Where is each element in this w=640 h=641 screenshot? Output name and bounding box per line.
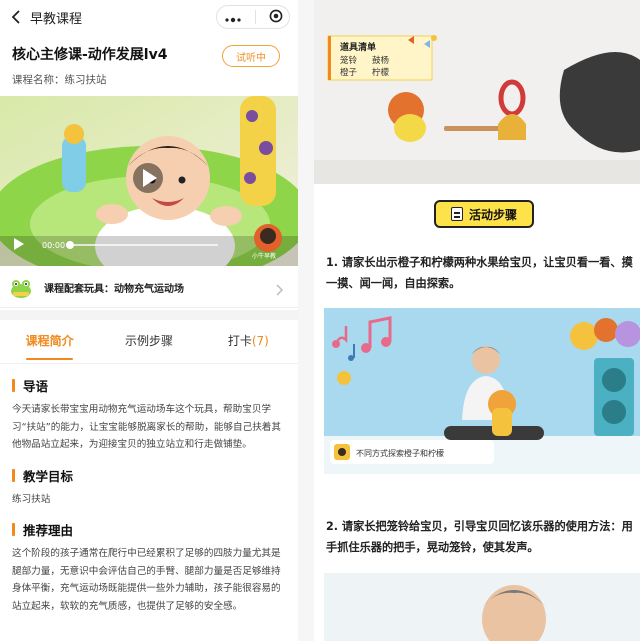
nav-bar: 早教课程 [0,0,298,34]
intro-content: 导语 今天请家长带宝宝用动物充气运动场车这个玩具，帮助宝贝学习“扶站”的能力，让… [0,372,298,615]
reason-heading: 推荐理由 [12,520,286,539]
close-target-icon[interactable] [269,8,283,27]
tab-course-intro[interactable]: 课程简介 [0,320,99,364]
tab-label: 示例步骤 [124,333,173,348]
intro-body: 今天请家长带宝宝用动物充气运动场车这个玩具，帮助宝贝学习“扶站”的能力，让宝宝能… [12,404,281,450]
props-item-2: 鼓杨 [372,55,390,66]
activity-panel: 道具清单 笼铃 鼓杨 橙子 柠檬 活动步骤 1. 请家长出示橙子和柠檬两种水果给… [314,0,640,641]
activity-steps-label: 活动步骤 [468,207,517,222]
course-subtitle: 课程名称：练习扶站 [12,74,107,86]
props-item-3: 橙子 [340,67,358,78]
illustration-caption: 不同方式探索橙子和柠檬 [356,448,444,458]
trial-button[interactable]: 试听中 [222,45,280,67]
check-in-count: (7) [251,333,269,348]
video-time: 00:00 [42,241,65,250]
mini-program-capsule [216,5,290,29]
toy-row[interactable]: 课程配套玩具：动物充气运动场 [0,268,298,308]
props-title: 道具清单 [340,41,376,53]
tab-example-steps[interactable]: 示例步骤 [99,320,198,364]
step-1-text: 1. 请家长出示橙子和柠檬两种水果给宝贝，让宝贝看一看、摸一摸、闻一闻，自由探索… [326,256,633,290]
section-marker [12,468,15,482]
toy-name: 动物充气运动场 [114,284,184,295]
tab-bar: 课程简介 示例步骤 打卡(7) [0,320,298,364]
props-item-4: 柠檬 [372,67,390,78]
props-item-1: 笼铃 [340,55,358,66]
course-header: 核心主修课-动作发展lv4 课程名称：练习扶站 试听中 [0,34,298,96]
intro-heading: 导语 [12,376,286,395]
props-photo: 道具清单 笼铃 鼓杨 橙子 柠檬 [314,0,640,184]
goal-body: 练习扶站 [12,493,51,505]
goal-heading-text: 教学目标 [23,468,74,484]
goal-heading: 教学目标 [12,466,286,485]
reason-body: 这个阶段的孩子通常在爬行中已经累积了足够的四肢力量尤其是腿部力量，无意识中会评估… [12,548,281,612]
frog-toy-icon [10,277,32,299]
nav-title: 早教课程 [30,11,83,27]
intro-heading-text: 导语 [23,379,49,394]
reason-heading-text: 推荐理由 [23,523,74,538]
step-1-illustration: 不同方式探索橙子和柠檬 [324,308,640,474]
tab-check-in[interactable]: 打卡(7) [199,320,298,364]
more-dots-icon[interactable] [224,8,242,27]
capsule-divider [254,10,256,24]
section-marker [12,379,15,392]
activity-steps-badge: 活动步骤 [434,200,534,228]
section-marker [12,523,15,536]
tab-label: 打卡 [227,333,252,348]
course-detail-panel: 早教课程 核心主修课-动作发展lv4 课程名称：练习扶站 试听中 00:00 小… [0,0,298,641]
section-gap [0,310,298,320]
step-2-illustration [324,573,640,641]
video-player[interactable]: 00:00 小牛早教 [0,96,298,266]
toy-label: 课程配套玩具： [44,284,114,295]
tab-label: 课程简介 [25,333,74,348]
back-arrow-icon[interactable] [8,9,24,25]
chevron-right-icon [276,281,284,300]
toy-text: 课程配套玩具：动物充气运动场 [44,280,184,295]
step-2-text: 2. 请家长把笼铃给宝贝，引导宝贝回忆该乐器的使用方法：用手抓住乐器的把手，晃动… [326,520,633,554]
video-watermark: 小牛早教 [252,252,276,260]
video-frame: 00:00 小牛早教 [0,96,298,266]
document-icon [450,207,463,221]
